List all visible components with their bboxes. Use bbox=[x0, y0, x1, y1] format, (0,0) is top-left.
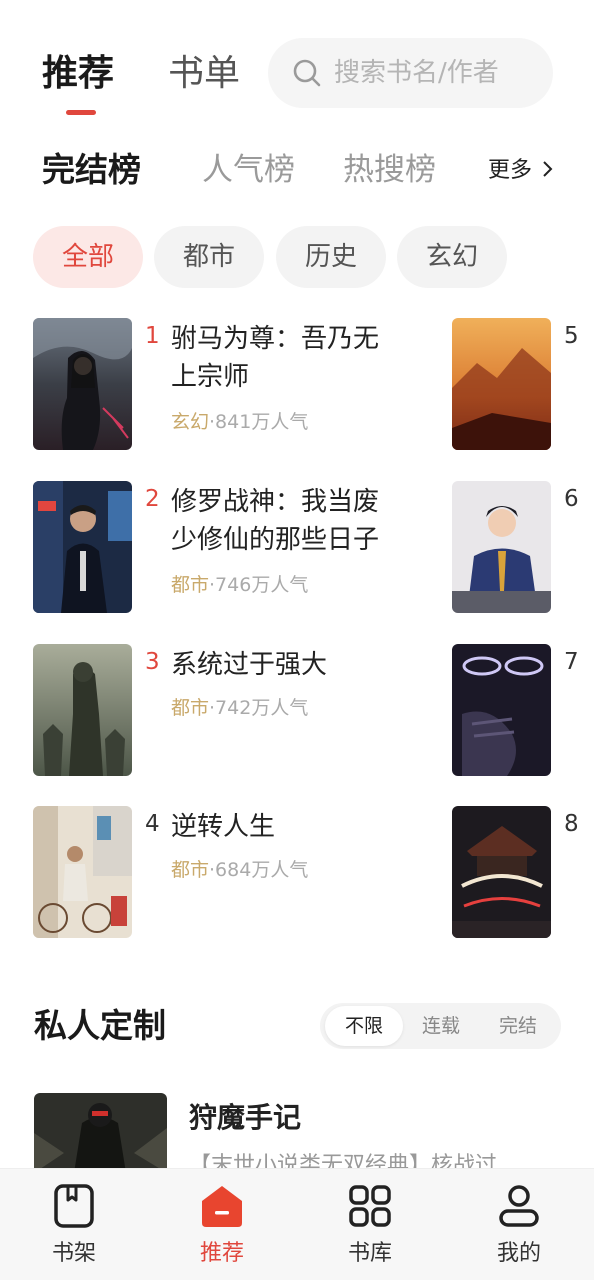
book-cover bbox=[452, 318, 551, 450]
nav-bookshelf[interactable]: 书架 bbox=[14, 1169, 134, 1280]
top-header: 推荐 书单 搜索书名/作者 bbox=[0, 38, 594, 115]
nav-recommend[interactable]: 推荐 bbox=[162, 1169, 282, 1280]
custom-section-title: 私人定制 bbox=[34, 1006, 166, 1045]
book-popularity: ·841万人气 bbox=[209, 411, 309, 433]
filter-all[interactable]: 不限 bbox=[325, 1006, 403, 1046]
search-input[interactable]: 搜索书名/作者 bbox=[268, 38, 553, 108]
book-cover bbox=[34, 1093, 167, 1173]
book-meta: 都市·746万人气 bbox=[171, 571, 308, 599]
book-title: 驸马为尊：吾乃无上宗师 bbox=[171, 324, 380, 392]
book-cover bbox=[452, 806, 551, 938]
rank-book-8[interactable]: 8 bbox=[452, 806, 594, 938]
chip-fantasy[interactable]: 玄幻 bbox=[397, 226, 507, 288]
book-category: 玄幻 bbox=[171, 411, 210, 433]
book-meta: 玄幻·841万人气 bbox=[171, 408, 308, 436]
chip-all[interactable]: 全部 bbox=[33, 226, 143, 288]
book-meta: 都市·742万人气 bbox=[171, 694, 308, 722]
library-grid-icon bbox=[349, 1185, 391, 1227]
chip-history[interactable]: 历史 bbox=[276, 226, 386, 288]
active-tab-indicator bbox=[66, 110, 96, 115]
book-cover bbox=[33, 318, 132, 450]
bookshelf-icon bbox=[54, 1184, 94, 1228]
tab-recommend[interactable]: 推荐 bbox=[42, 52, 114, 96]
book-title: 逆转人生 bbox=[171, 812, 276, 842]
rank-number: 3 bbox=[145, 649, 160, 675]
rank-number: 4 bbox=[145, 811, 160, 837]
custom-book-item[interactable]: 狩魔手记 【末世小说类无双经典】核战过 bbox=[34, 1093, 574, 1178]
book-category: 都市 bbox=[171, 697, 210, 719]
nav-label: 我的 bbox=[496, 1241, 541, 1266]
rank-tab-popular[interactable]: 人气榜 bbox=[202, 148, 295, 192]
book-popularity: ·746万人气 bbox=[209, 574, 309, 596]
book-popularity: ·742万人气 bbox=[209, 697, 309, 719]
book-category: 都市 bbox=[171, 859, 210, 881]
rank-tab-completed[interactable]: 完结榜 bbox=[42, 148, 141, 192]
book-title: 系统过于强大 bbox=[171, 650, 328, 680]
more-button[interactable]: 更多 bbox=[488, 154, 555, 188]
search-icon bbox=[293, 59, 321, 87]
nav-library[interactable]: 书库 bbox=[310, 1169, 430, 1280]
custom-book-title: 狩魔手记 bbox=[189, 1101, 302, 1134]
rank-number: 6 bbox=[564, 486, 579, 512]
book-cover bbox=[33, 644, 132, 776]
book-cover bbox=[452, 644, 551, 776]
rank-number: 2 bbox=[145, 486, 160, 512]
tab-booklist[interactable]: 书单 bbox=[168, 52, 240, 96]
book-cover bbox=[33, 481, 132, 613]
rank-book-1[interactable]: 1 驸马为尊：吾乃无上宗师 玄幻·841万人气 bbox=[33, 318, 413, 450]
book-popularity: ·684万人气 bbox=[209, 859, 309, 881]
rank-book-6[interactable]: 6 bbox=[452, 481, 594, 613]
chevron-right-icon bbox=[543, 161, 553, 177]
book-meta: 都市·684万人气 bbox=[171, 856, 308, 884]
rank-book-5[interactable]: 5 bbox=[452, 318, 594, 450]
nav-label: 书架 bbox=[51, 1241, 96, 1266]
nav-label: 推荐 bbox=[199, 1241, 244, 1266]
rank-number: 5 bbox=[564, 323, 579, 349]
nav-profile[interactable]: 我的 bbox=[459, 1169, 579, 1280]
filter-segmented-control: 不限 连载 完结 bbox=[320, 1003, 561, 1049]
rank-book-7[interactable]: 7 bbox=[452, 644, 594, 776]
bottom-navigation: 书架 推荐 书库 我的 bbox=[0, 1168, 594, 1280]
rank-tab-hot-search[interactable]: 热搜榜 bbox=[343, 148, 436, 192]
profile-icon bbox=[499, 1185, 539, 1227]
book-category: 都市 bbox=[171, 574, 210, 596]
nav-label: 书库 bbox=[347, 1241, 392, 1266]
book-cover bbox=[452, 481, 551, 613]
more-label: 更多 bbox=[488, 158, 533, 183]
rank-number: 1 bbox=[145, 323, 160, 349]
home-icon bbox=[202, 1186, 242, 1227]
book-cover bbox=[33, 806, 132, 938]
search-placeholder: 搜索书名/作者 bbox=[334, 58, 499, 88]
filter-completed[interactable]: 完结 bbox=[479, 1006, 557, 1046]
rank-book-3[interactable]: 3 系统过于强大 都市·742万人气 bbox=[33, 644, 413, 776]
filter-ongoing[interactable]: 连载 bbox=[402, 1006, 480, 1046]
rank-number: 7 bbox=[564, 649, 579, 675]
rank-book-2[interactable]: 2 修罗战神：我当废少修仙的那些日子 都市·746万人气 bbox=[33, 481, 413, 613]
rank-book-4[interactable]: 4 逆转人生 都市·684万人气 bbox=[33, 806, 413, 938]
book-title: 修罗战神：我当废少修仙的那些日子 bbox=[171, 487, 380, 555]
chip-urban[interactable]: 都市 bbox=[154, 226, 264, 288]
rank-number: 8 bbox=[564, 811, 579, 837]
